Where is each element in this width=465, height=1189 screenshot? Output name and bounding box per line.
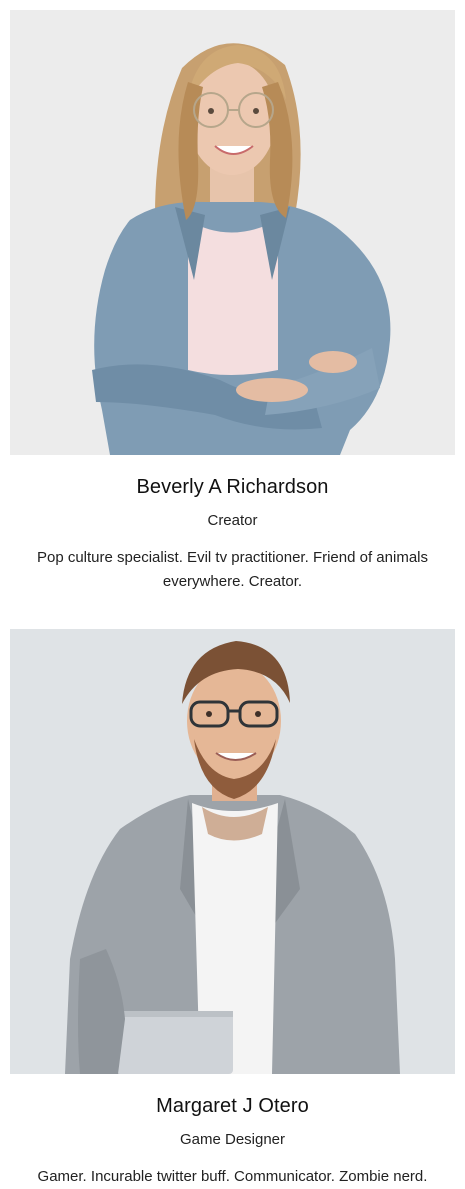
team-member-card: Beverly A Richardson Creator Pop culture… xyxy=(0,10,465,594)
member-name: Margaret J Otero xyxy=(156,1095,309,1117)
member-role: Game Designer xyxy=(179,1131,286,1148)
member-bio: Gamer. Incurable twitter buff. Communica… xyxy=(37,1168,428,1185)
member-name: Beverly A Richardson xyxy=(136,476,329,498)
member-photo xyxy=(10,10,455,455)
member-photo xyxy=(10,629,455,1074)
team-list: Beverly A Richardson Creator Pop culture… xyxy=(0,0,465,1185)
team-member-card: Margaret J Otero Game Designer Gamer. In… xyxy=(0,629,465,1189)
member-role: Creator xyxy=(207,512,258,529)
member-bio: Pop culture specialist. Evil tv practiti… xyxy=(36,549,428,590)
